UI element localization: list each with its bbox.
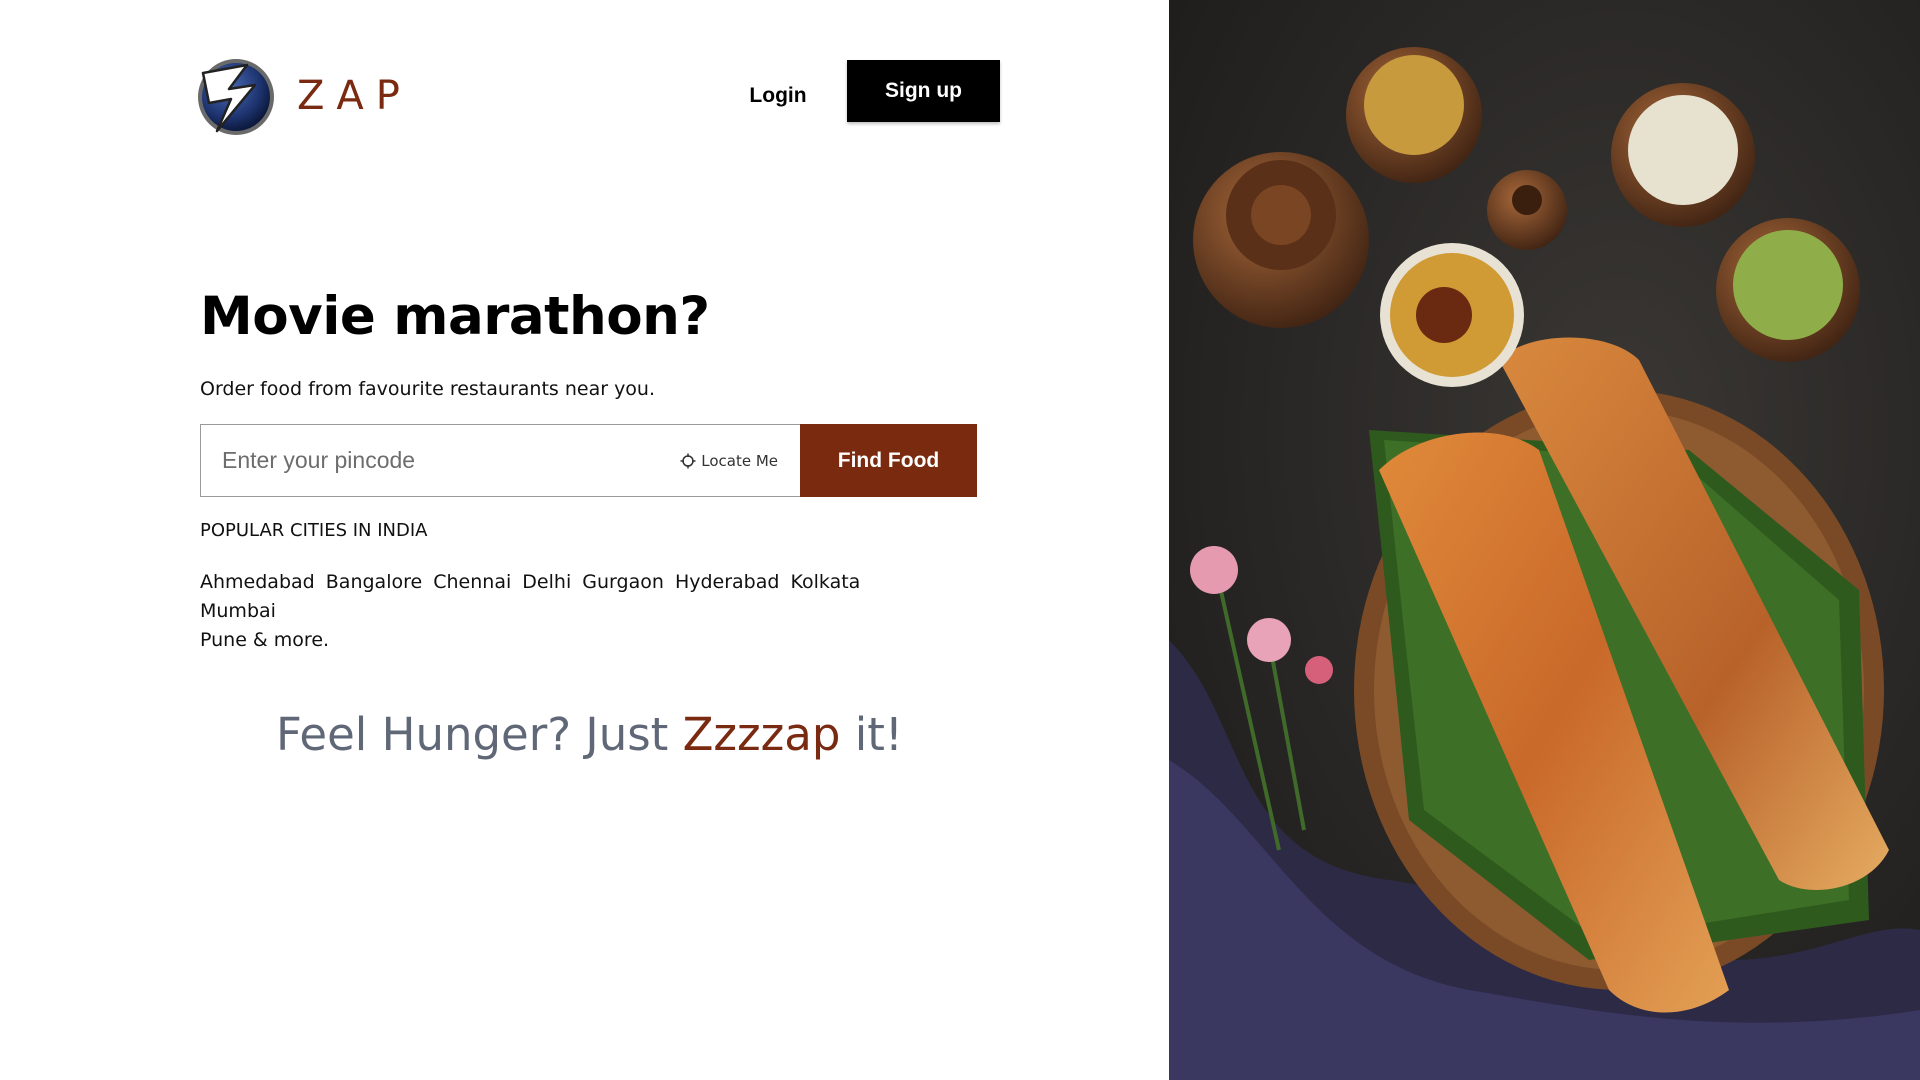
hero-food-image [1169,0,1920,1080]
city-link-pune-more[interactable]: Pune & more. [200,629,329,651]
city-link-delhi[interactable]: Delhi [522,571,571,593]
lightning-bolt-logo-icon [198,59,274,135]
hero-subtitle: Order food from favourite restaurants ne… [200,378,656,400]
tagline: Feel Hunger? Just Zzzzap it! [276,708,903,761]
brand-name: ZAP [297,73,412,119]
login-link[interactable]: Login [735,76,821,116]
pincode-input[interactable] [201,425,681,496]
tagline-accent: Zzzzap [682,708,841,761]
city-link-mumbai[interactable]: Mumbai [200,600,276,622]
pincode-search-box: Locate Me [200,424,800,497]
locate-me-label: Locate Me [701,451,778,470]
city-link-hyderabad[interactable]: Hyderabad [675,571,780,593]
landing-panel: ZAP Login Sign up Movie marathon? Order … [0,0,1169,1080]
city-link-chennai[interactable]: Chennai [433,571,511,593]
find-food-button[interactable]: Find Food [800,424,977,497]
city-link-kolkata[interactable]: Kolkata [790,571,860,593]
brand-logo[interactable]: ZAP [195,55,412,137]
tagline-suffix: it! [840,708,903,761]
locate-me-button[interactable]: Locate Me [680,452,778,470]
tagline-prefix: Feel Hunger? Just [276,708,683,761]
popular-cities-list: Ahmedabad Bangalore Chennai Delhi Gurgao… [200,568,920,655]
hero-title: Movie marathon? [200,286,710,347]
city-link-ahmedabad[interactable]: Ahmedabad [200,571,315,593]
city-link-bangalore[interactable]: Bangalore [326,571,422,593]
city-link-gurgaon[interactable]: Gurgaon [582,571,664,593]
signup-button[interactable]: Sign up [847,60,1000,122]
popular-cities-heading: POPULAR CITIES IN INDIA [200,520,428,541]
dosa-food-photo [1169,0,1920,1080]
crosshair-icon [680,453,696,468]
